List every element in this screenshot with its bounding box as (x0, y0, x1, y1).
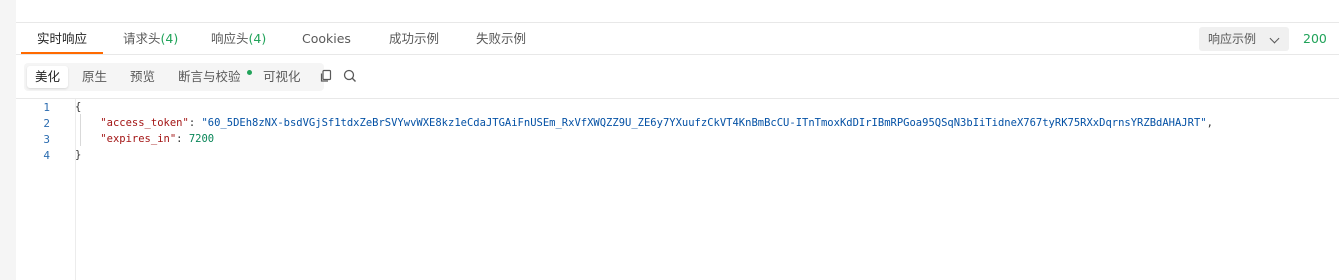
code-line-2: "access_token": "60_5DEh8zNX-bsdVGjSf1td… (75, 117, 1213, 129)
line-number: 1 (43, 101, 50, 114)
json-key: "access_token" (100, 117, 189, 129)
tab-request-headers[interactable]: 请求头(4) (123, 23, 178, 53)
top-strip (16, 0, 1339, 23)
view-mode-preview[interactable]: 预览 (122, 66, 163, 88)
view-mode-beautify[interactable]: 美化 (27, 66, 69, 88)
json-colon: : (176, 133, 189, 145)
json-key: "expires_in" (100, 133, 177, 145)
tab-cookies[interactable]: Cookies (302, 23, 351, 53)
tab-label: Cookies (302, 31, 351, 46)
json-comma: , (1206, 117, 1213, 129)
tab-response-headers[interactable]: 响应头(4) (211, 23, 266, 53)
view-toolbar: 美化 原生 预览 断言与校验 可视化 (16, 55, 1339, 99)
json-colon: : (188, 117, 202, 129)
left-gutter (0, 0, 16, 280)
status-code: 200 (1303, 31, 1327, 46)
response-tabs: 实时响应 请求头(4) 响应头(4) Cookies 成功示例 失败示例 (16, 23, 1339, 55)
tab-label: 失败示例 (476, 31, 527, 46)
open-brace: { (75, 101, 82, 113)
code-line-1: { (75, 101, 81, 113)
tab-count: (4) (248, 31, 267, 46)
select-label: 响应示例 (1208, 32, 1257, 46)
tab-label: 成功示例 (389, 31, 440, 46)
response-body-editor[interactable]: 1 2 3 4 { "access_token": "60_5DEh8zNX-b… (16, 99, 1339, 280)
tab-success-example[interactable]: 成功示例 (389, 23, 439, 53)
tab-label: 请求头 (123, 31, 161, 46)
view-mode-visualize[interactable]: 可视化 (255, 66, 309, 88)
tab-live-response[interactable]: 实时响应 (20, 23, 104, 54)
copy-icon[interactable] (318, 68, 334, 84)
status-dot (247, 70, 252, 75)
line-number: 4 (43, 149, 50, 162)
search-icon[interactable] (342, 68, 358, 84)
view-mode-raw[interactable]: 原生 (74, 66, 115, 88)
json-string-value: "60_5DEh8zNX-bsdVGjSf1tdxZeBrSVYwvWXE8kz… (201, 117, 1207, 129)
tab-failure-example[interactable]: 失败示例 (476, 23, 526, 53)
response-example-select[interactable]: 响应示例 (1199, 27, 1289, 51)
view-mode-group: 美化 原生 预览 断言与校验 可视化 (24, 63, 324, 91)
chevron-down-icon (1269, 33, 1280, 44)
json-number-value: 7200 (188, 133, 215, 145)
close-brace: } (75, 149, 82, 161)
line-number: 2 (43, 117, 50, 130)
line-number: 3 (43, 133, 50, 146)
code-line-4: } (75, 149, 81, 161)
view-mode-assertions[interactable]: 断言与校验 (170, 66, 249, 88)
tab-count: (4) (160, 31, 179, 46)
tab-label: 响应头 (211, 31, 249, 46)
code-line-3: "expires_in": 7200 (75, 133, 214, 145)
tab-label: 实时响应 (37, 31, 88, 46)
